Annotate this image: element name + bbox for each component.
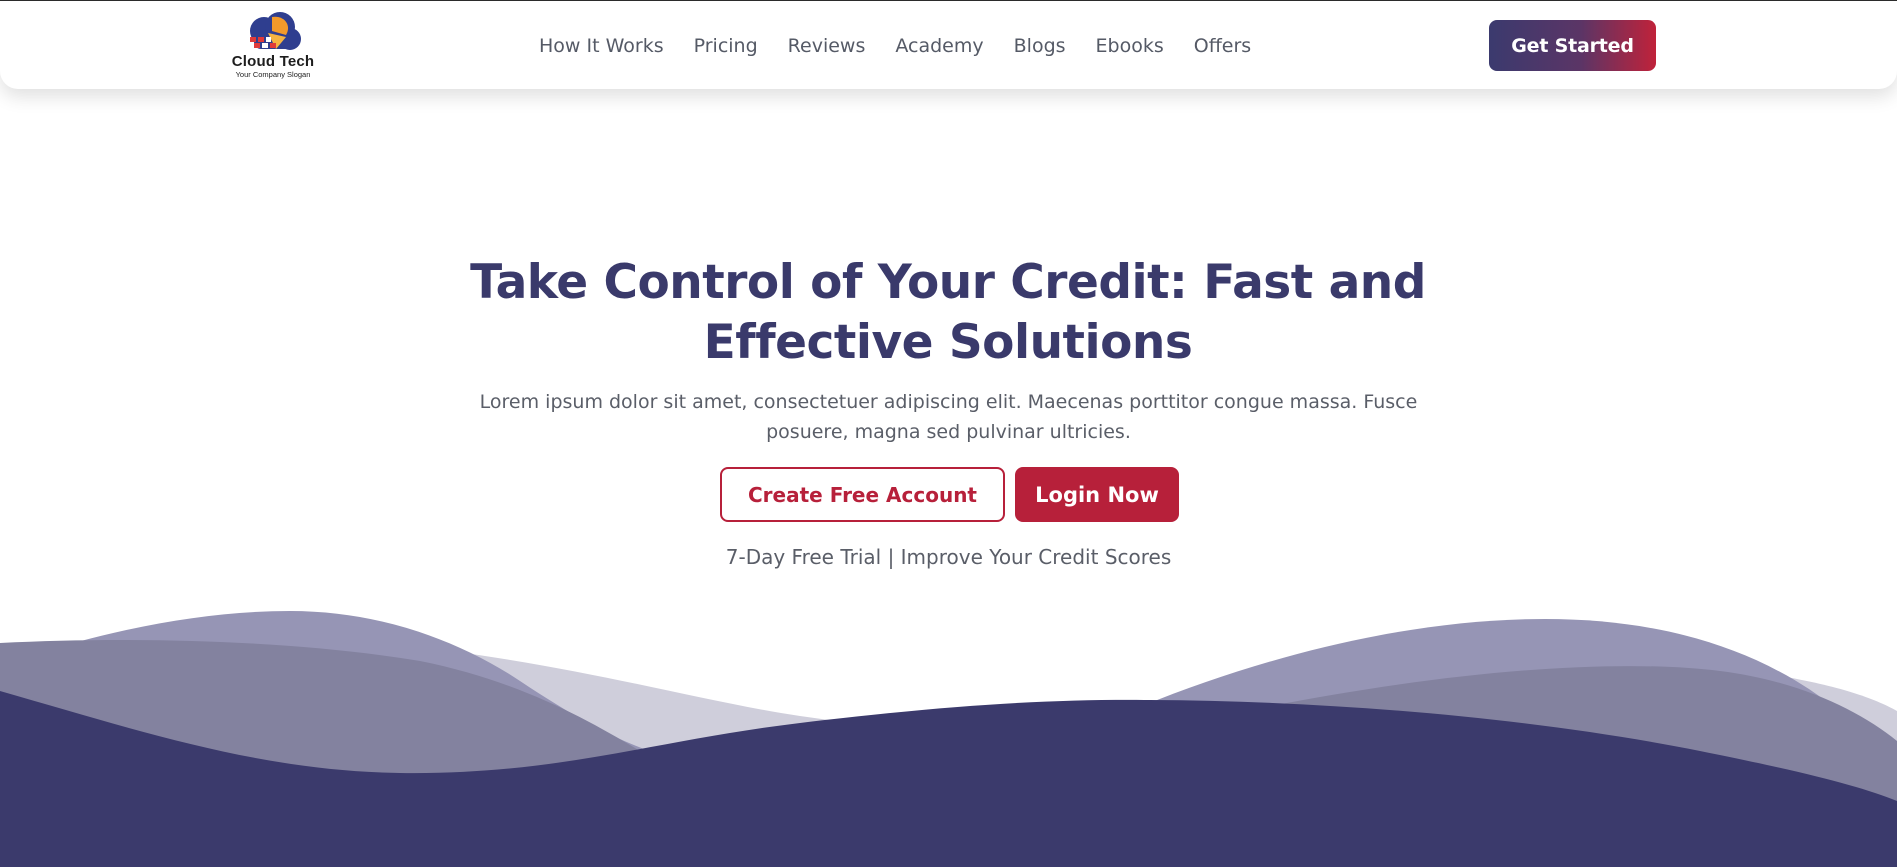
page: Cloud Tech Your Company Slogan How It Wo… xyxy=(0,0,1897,867)
logo-slogan: Your Company Slogan xyxy=(235,70,311,79)
nav-link-reviews[interactable]: Reviews xyxy=(788,31,866,61)
hero-title: Take Control of Your Credit: Fast and Ef… xyxy=(470,255,1426,370)
site-header: Cloud Tech Your Company Slogan How It Wo… xyxy=(0,1,1897,89)
get-started-button[interactable]: Get Started xyxy=(1489,20,1656,71)
nav-link-blogs[interactable]: Blogs xyxy=(1014,31,1066,61)
main-nav: How It Works Pricing Reviews Academy Blo… xyxy=(539,31,1251,61)
decorative-waves xyxy=(0,611,1897,867)
login-now-button[interactable]: Login Now xyxy=(1015,467,1179,522)
create-free-account-button[interactable]: Create Free Account xyxy=(720,467,1005,522)
cloud-logo-icon xyxy=(250,12,301,50)
hero-subtitle: Lorem ipsum dolor sit amet, consectetuer… xyxy=(479,391,1418,443)
logo-name: Cloud Tech xyxy=(231,53,315,70)
nav-link-offers[interactable]: Offers xyxy=(1194,31,1251,61)
nav-link-pricing[interactable]: Pricing xyxy=(694,31,758,61)
nav-link-ebooks[interactable]: Ebooks xyxy=(1096,31,1164,61)
nav-link-academy[interactable]: Academy xyxy=(895,31,983,61)
nav-link-how-it-works[interactable]: How It Works xyxy=(539,31,664,61)
trial-text: 7-Day Free Trial | Improve Your Credit S… xyxy=(725,545,1172,569)
logo[interactable]: Cloud Tech Your Company Slogan xyxy=(230,11,316,79)
